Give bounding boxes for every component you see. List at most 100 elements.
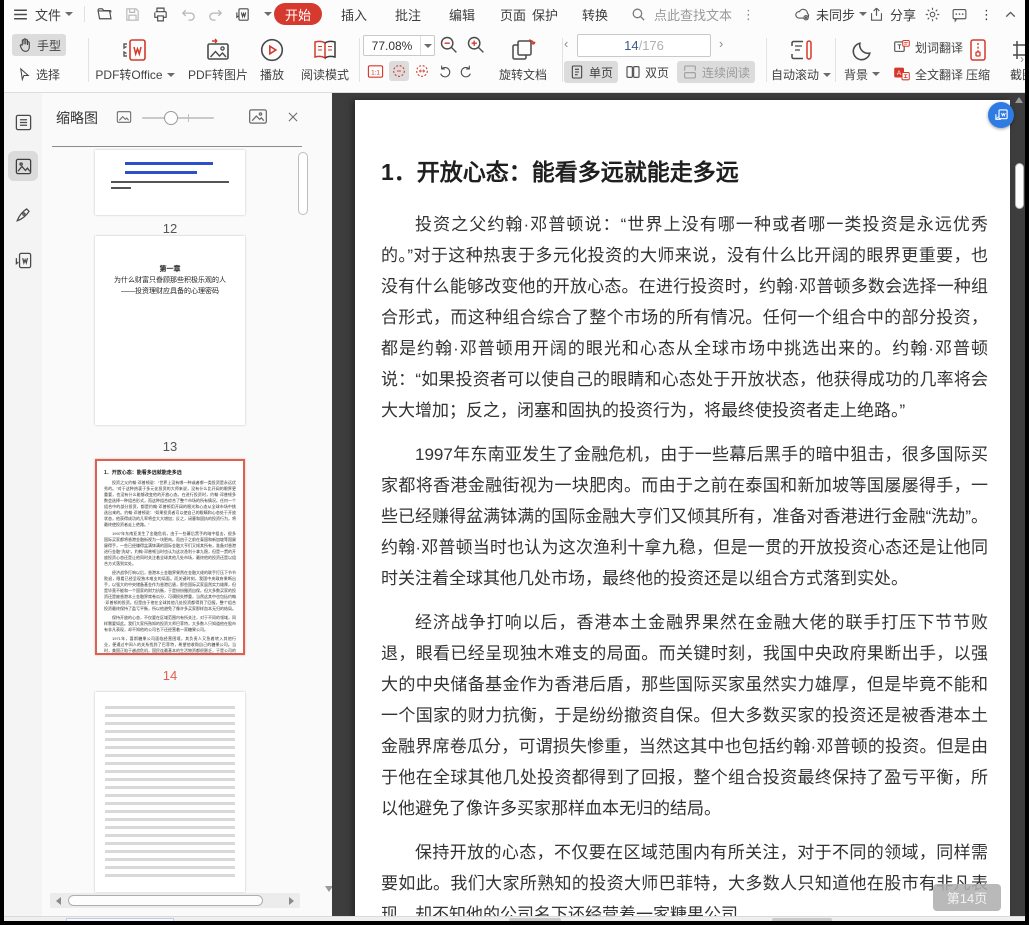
zoom-in-button[interactable] xyxy=(465,34,486,55)
divider xyxy=(84,6,85,22)
close-panel-icon[interactable] xyxy=(286,110,300,127)
sync-status[interactable]: 未同步 xyxy=(794,0,868,28)
export-panel-icon[interactable] xyxy=(8,245,38,275)
thumbnail-scrollbar[interactable] xyxy=(298,152,308,215)
toolbar-overflow-icon[interactable]: › xyxy=(1020,52,1024,66)
content-area: 缩略图 12 第一章 为什么财富只眷顾那些积极乐观的人 ——投资理财应具备的心理… xyxy=(4,93,1025,916)
link-line xyxy=(125,162,213,165)
search-placeholder: 点此查找文本 xyxy=(654,7,733,23)
page-number-input[interactable]: 14 /176 xyxy=(577,34,711,57)
thumbnail-hscrollbar[interactable] xyxy=(50,893,300,908)
tab-home[interactable]: 开始 xyxy=(274,3,322,25)
full-translate-label: 全文翻译 xyxy=(915,67,964,82)
tab-edit[interactable]: 编辑 xyxy=(445,0,479,28)
redo-button[interactable] xyxy=(207,0,224,28)
quickbar-dropdown[interactable] xyxy=(260,0,272,28)
slider-handle[interactable] xyxy=(164,111,178,125)
zoom-level-select[interactable]: 77.08% xyxy=(363,35,435,56)
pdf-to-image-button[interactable]: PDF转图片 xyxy=(182,35,254,85)
tab-page[interactable]: 页面 xyxy=(496,0,530,28)
text-line xyxy=(111,187,131,189)
tab-annotate[interactable]: 批注 xyxy=(391,0,425,28)
pdf-page[interactable]: 1．开放心态：能看多远就能走多远 投资之父约翰·邓普顿说：“世界上没有哪一种或者… xyxy=(355,100,1010,916)
page-number-badge: 第14页 xyxy=(933,884,1001,911)
search-box[interactable]: 点此查找文本 ⋮ xyxy=(630,0,755,28)
pdf-to-office-button[interactable]: PDF转Office xyxy=(92,35,178,85)
select-tool-button[interactable]: 选择 xyxy=(12,63,65,85)
document-scrollbar[interactable] xyxy=(1015,163,1024,209)
play-button[interactable]: 播放 xyxy=(252,35,292,85)
more-menu-icon[interactable]: ⋮ xyxy=(980,0,993,28)
search-more-icon[interactable]: ⋮ xyxy=(742,8,755,21)
share-button[interactable]: 分享 xyxy=(868,0,916,28)
document-view: 1．开放心态：能看多远就能走多远 投资之父约翰·邓普顿说：“世界上没有哪一种或者… xyxy=(332,93,1025,916)
quick-convert-fab[interactable] xyxy=(988,102,1014,128)
pdf-to-office-label: PDF转Office xyxy=(95,68,163,82)
file-menu[interactable]: 文件 xyxy=(35,0,74,28)
feedback-button[interactable] xyxy=(951,0,968,28)
chevron-down-icon xyxy=(859,12,868,16)
background-button[interactable]: 背景 xyxy=(838,35,886,85)
thumbnail-page-14-number: 14 xyxy=(162,668,178,683)
previous-page-button[interactable]: ‹ xyxy=(564,36,568,51)
small-thumbnail-icon xyxy=(116,110,132,127)
page-body: 投资之父约翰·邓普顿说：“世界上没有哪一种或者哪一类投资是永远优秀的。”对于这种… xyxy=(381,215,988,916)
rotate-document-button[interactable]: 旋转文档 xyxy=(492,34,554,86)
current-page-value: 14 xyxy=(624,38,639,53)
annotation-pen-icon[interactable] xyxy=(8,199,38,229)
thumbnail-page-15[interactable] xyxy=(95,692,245,892)
print-button[interactable] xyxy=(152,0,169,28)
play-label: 播放 xyxy=(259,68,284,82)
continuous-reading-button[interactable]: 连续阅读 xyxy=(677,61,756,83)
open-file-button[interactable] xyxy=(96,0,113,28)
single-page-button[interactable]: 单页 xyxy=(564,61,619,83)
tab-protect[interactable]: 保护 xyxy=(528,0,562,28)
text-lines xyxy=(105,706,235,882)
next-page-button[interactable]: › xyxy=(719,36,723,51)
undo-button[interactable] xyxy=(180,0,197,28)
actual-size-button[interactable]: 1:1 xyxy=(365,61,385,81)
chevron-down-icon xyxy=(872,72,880,76)
full-translate-button[interactable]: A 全文翻译 xyxy=(888,63,968,85)
tab-convert[interactable]: 转换 xyxy=(578,0,612,28)
thumbnail-size-slider[interactable] xyxy=(142,111,214,125)
menubar: 文件 开始 插入 批注 编辑 页面 保护 转换 点此查找文本 ⋮ 未同步 分享 … xyxy=(4,0,1025,28)
thumbnail-page-12[interactable] xyxy=(95,150,245,215)
word-translate-button[interactable]: 划词翻译 xyxy=(888,36,968,58)
outline-panel-icon[interactable] xyxy=(8,107,38,137)
panel-divider xyxy=(52,146,302,147)
hscroll-thumb[interactable] xyxy=(68,895,263,906)
scroll-left-icon[interactable] xyxy=(56,896,61,905)
screenshot-label: 截图 xyxy=(1009,68,1025,82)
page-title: 1．开放心态：能看多远就能走多远 xyxy=(381,159,739,185)
fit-width-button[interactable] xyxy=(412,61,432,81)
tab-insert[interactable]: 插入 xyxy=(337,0,371,28)
rotate-document-label: 旋转文档 xyxy=(498,68,547,82)
collapse-toolbar-icon[interactable] xyxy=(1002,0,1019,28)
rotate-right-button[interactable] xyxy=(456,61,476,81)
zoom-out-button[interactable] xyxy=(438,34,459,55)
reading-mode-button[interactable]: 阅读模式 xyxy=(294,35,356,85)
scroll-right-icon[interactable] xyxy=(289,896,294,905)
thumbnail-page-14-selected[interactable]: 1．开放心态：能看多远就能走多远 投资之父约翰·邓普顿说：“世界上没有哪一种或者… xyxy=(95,459,245,655)
search-icon xyxy=(630,6,647,23)
hand-tool-button[interactable]: 手型 xyxy=(12,34,67,56)
thumbnail-page-12-number: 12 xyxy=(162,221,178,236)
thumbnail-page-13[interactable]: 第一章 为什么财富只眷顾那些积极乐观的人 ——投资理财应具备的心理密码 xyxy=(95,236,245,425)
zoom-dropdown-icon[interactable] xyxy=(420,36,434,55)
auto-scroll-button[interactable]: 自动滚动 xyxy=(770,35,832,85)
total-pages-value: /176 xyxy=(638,38,664,53)
rotate-left-button[interactable] xyxy=(435,61,455,81)
export-word-icon[interactable] xyxy=(234,0,251,28)
svg-text:A: A xyxy=(897,70,902,77)
cloud-off-icon xyxy=(794,6,811,23)
main-menu-icon[interactable] xyxy=(12,0,29,28)
doc-scroll-up-icon[interactable] xyxy=(1015,97,1023,103)
compress-button[interactable]: 压缩 xyxy=(957,35,999,85)
save-button[interactable] xyxy=(124,0,141,28)
thumbnail-panel-icon[interactable] xyxy=(8,151,38,181)
fit-page-button[interactable] xyxy=(389,61,409,81)
settings-button[interactable] xyxy=(924,0,941,28)
select-tool-label: 选择 xyxy=(36,67,61,82)
auto-scroll-label: 自动滚动 xyxy=(770,68,819,82)
